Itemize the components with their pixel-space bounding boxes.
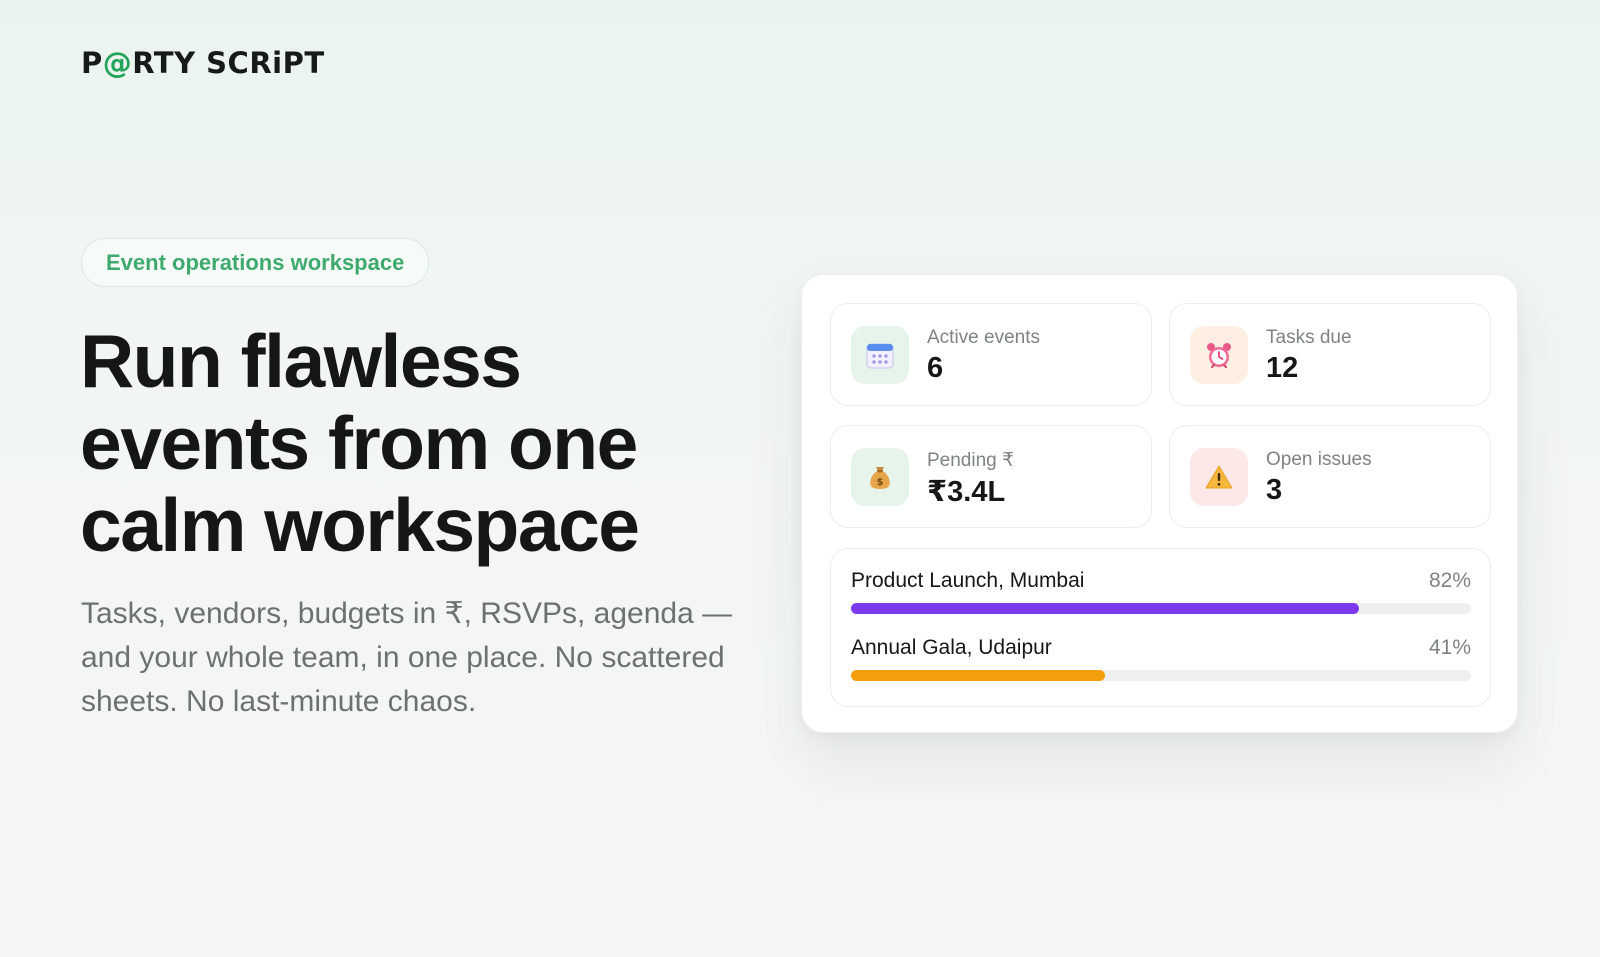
logo-at-symbol: @ (102, 46, 133, 80)
hero-tag: Event operations workspace (81, 238, 430, 287)
money-bag-icon: $ (851, 448, 909, 506)
stat-value: 3 (1266, 474, 1283, 506)
alarm-clock-icon (1190, 326, 1248, 384)
warning-icon (1190, 448, 1248, 506)
progress-fill (851, 603, 1360, 614)
event-percent: 41% (1428, 636, 1471, 659)
progress-fill (851, 670, 1106, 681)
svg-text:$: $ (877, 477, 884, 488)
brand-logo[interactable]: P @ RTY SCRiPT (81, 46, 325, 80)
stat-card-tasks-due: Tasks due 12 (1169, 303, 1491, 406)
dashboard-preview-card: Active events 6 Tasks due 12 $ Pending ₹… (801, 274, 1518, 733)
hero-headline: Run flawless events from one calm worksp… (80, 319, 640, 567)
stat-card-open-issues: Open issues 3 (1169, 425, 1491, 528)
landing-page: P @ RTY SCRiPT Event operations workspace … (0, 0, 1600, 957)
stat-label: Active events (927, 327, 1040, 348)
logo-text-end: RTY SCRiPT (132, 46, 325, 80)
progress-track (851, 603, 1471, 614)
stat-card-active-events: Active events 6 (830, 303, 1152, 406)
stat-label: Open issues (1266, 449, 1372, 470)
stat-card-pending: $ Pending ₹ ₹3.4L (830, 425, 1152, 528)
logo-text-start: P (81, 46, 103, 80)
event-name: Annual Gala, Udaipur (851, 636, 1052, 659)
hero-subheadline: Tasks, vendors, budgets in ₹, RSVPs, age… (81, 597, 733, 718)
stat-label: Tasks due (1266, 327, 1352, 348)
event-percent: 82% (1428, 569, 1471, 592)
stat-label: Pending ₹ (927, 450, 1015, 471)
stat-value: ₹3.4L (927, 476, 1006, 508)
stat-value: 12 (1266, 352, 1299, 384)
progress-track (851, 670, 1471, 681)
stat-value: 6 (927, 352, 944, 384)
event-name: Product Launch, Mumbai (851, 569, 1085, 592)
calendar-icon (851, 326, 909, 384)
event-progress-panel: Product Launch, Mumbai 82% Annual Gala, … (830, 548, 1491, 707)
